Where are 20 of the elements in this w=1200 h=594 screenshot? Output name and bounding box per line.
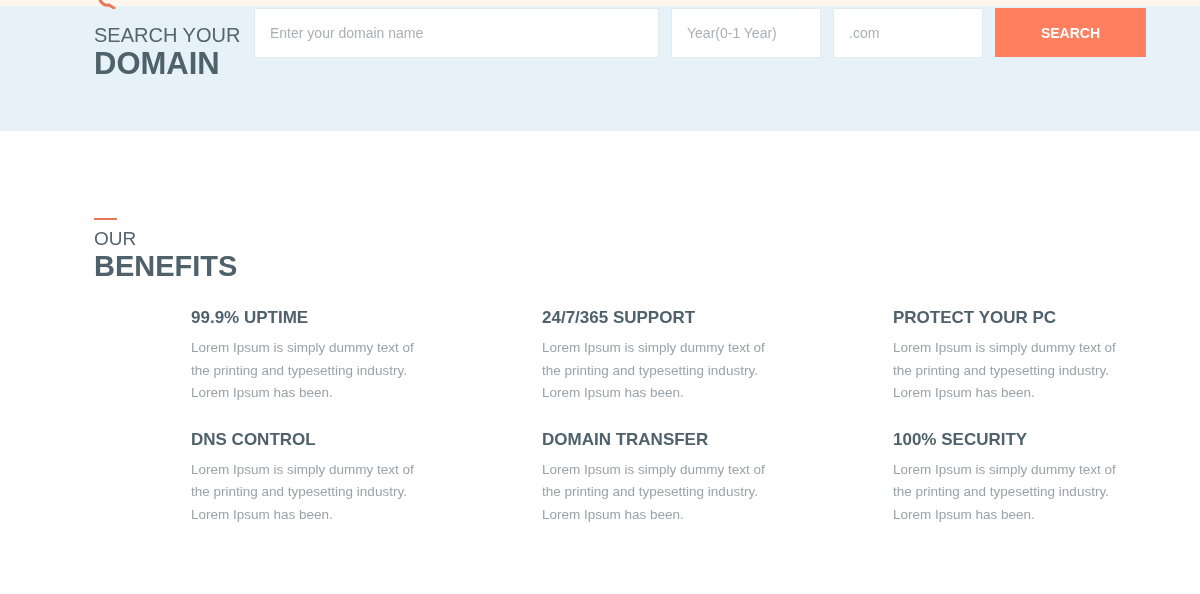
benefit-title: 24/7/365 SUPPORT — [542, 307, 697, 329]
benefit-title: 99.9% UPTIME — [191, 307, 310, 329]
benefit-description: Lorem Ipsum is simply dummy text of the printing and typesetting industry. Lorem Ipsum has been. — [191, 460, 415, 524]
section-title: BENEFITS — [94, 249, 239, 283]
benefit-title: DNS CONTROL — [191, 428, 317, 451]
benefit-title: 100% SECURITY — [893, 428, 1029, 451]
section-heading: OUR — [94, 229, 138, 249]
benefit-description: Lorem Ipsum is simply dummy text of the printing and typesetting industry. Lorem Ipsum has been. — [191, 339, 415, 402]
search-button[interactable]: SEARCH — [995, 8, 1146, 57]
benefit-description: Lorem Ipsum is simply dummy text of the printing and typesetting industry. Lorem Ipsum has been. — [542, 460, 766, 524]
section-title: DOMAIN — [94, 46, 221, 82]
benefit-description: Lorem Ipsum is simply dummy text of the printing and typesetting industry. Lorem Ipsum has been. — [542, 339, 766, 402]
benefit-description: Lorem Ipsum is simply dummy text of the printing and typesetting industry. Lorem Ipsum has been. — [893, 339, 1117, 402]
benefit-title: PROTECT YOUR PC — [893, 307, 1058, 329]
section-heading: SEARCH YOUR — [94, 24, 242, 46]
benefit-description: Lorem Ipsum is simply dummy text of the printing and typesetting industry. Lorem Ipsum has been. — [893, 460, 1117, 524]
domain-input-field[interactable]: Enter your domain name — [254, 8, 659, 58]
extension-input-field[interactable]: .com — [833, 8, 983, 58]
year-input-field[interactable]: Year(0-1 Year) — [671, 8, 821, 58]
benefit-title: DOMAIN TRANSFER — [542, 428, 710, 451]
